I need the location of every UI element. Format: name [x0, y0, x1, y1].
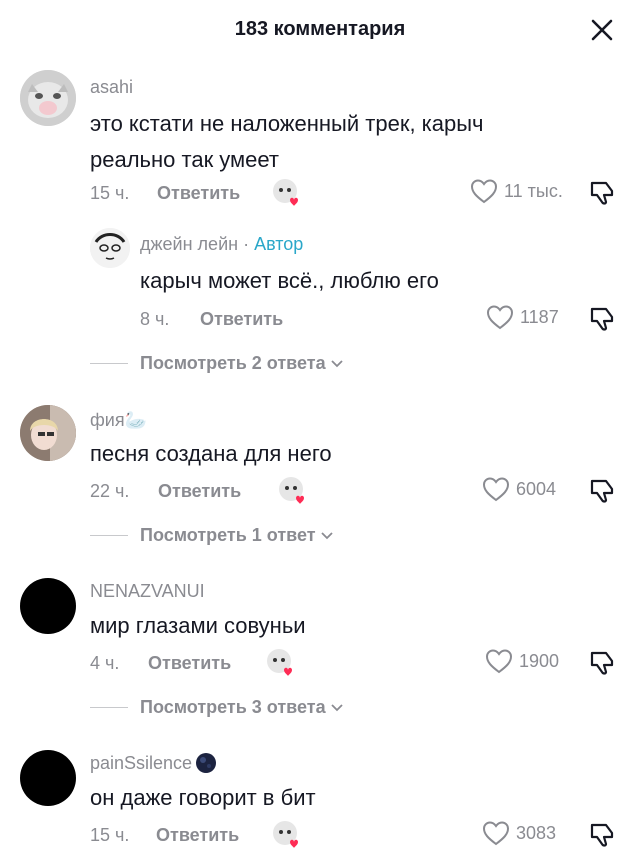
dislike-button[interactable]	[588, 648, 616, 676]
comment-time: 22 ч.	[90, 481, 130, 501]
like-count: 6004	[516, 478, 557, 499]
creator-liked-icon	[278, 476, 308, 506]
comment-author[interactable]: asahi	[90, 77, 133, 98]
like-button[interactable]: 11 тыс.	[470, 178, 563, 204]
heart-icon	[485, 649, 513, 674]
sketch-avatar-image	[90, 228, 130, 268]
view-replies-button[interactable]: Посмотреть 1 ответ	[90, 525, 334, 546]
avatar[interactable]	[20, 750, 76, 806]
comment-text-line: реально так умеет	[90, 147, 279, 172]
like-button[interactable]: 1187	[486, 304, 559, 330]
chevron-down-icon	[320, 531, 333, 539]
avatar[interactable]	[20, 70, 76, 126]
like-count: 1900	[519, 650, 560, 671]
divider-line	[90, 363, 128, 364]
author-separator: ·	[238, 234, 255, 254]
creator-liked-icon	[266, 648, 296, 678]
comment-author[interactable]: painSsilence	[90, 752, 217, 774]
avatar[interactable]	[20, 405, 76, 461]
creator-liked-icon	[272, 178, 302, 208]
dislike-button[interactable]	[588, 820, 616, 848]
comment-time: 4 ч.	[90, 653, 120, 673]
view-replies-label: Посмотреть 3 ответа	[140, 697, 326, 717]
chevron-down-icon	[330, 703, 343, 711]
comment-author[interactable]: NENAZVANUI	[90, 581, 205, 602]
avatar[interactable]	[20, 578, 76, 634]
thumbs-down-icon	[590, 307, 614, 331]
view-replies-label: Посмотреть 1 ответ	[140, 525, 316, 545]
comment-text: мир глазами совуньи	[90, 613, 306, 638]
creator-liked-icon	[272, 820, 302, 850]
like-button[interactable]: 1900	[485, 648, 559, 674]
comments-count-title: 183 комментария	[234, 18, 406, 40]
view-replies-button[interactable]: Посмотреть 3 ответа	[90, 697, 344, 718]
reply-button[interactable]: Ответить	[200, 309, 283, 330]
close-icon	[591, 19, 613, 41]
reply-author[interactable]: джейн лейн · Автор	[140, 234, 303, 255]
view-replies-label: Посмотреть 2 ответа	[140, 353, 326, 373]
heart-icon	[482, 821, 510, 846]
reply-author-name: джейн лейн	[140, 234, 239, 254]
author-badge: Автор	[254, 234, 304, 254]
comment-time: 15 ч.	[90, 183, 130, 203]
like-button[interactable]: 6004	[482, 476, 556, 502]
reply-button[interactable]: Ответить	[148, 653, 231, 674]
cat-avatar-image	[20, 70, 76, 126]
dislike-button[interactable]	[588, 178, 616, 206]
thumbs-down-icon	[590, 479, 614, 503]
heart-icon	[482, 477, 510, 502]
like-button[interactable]: 3083	[482, 820, 556, 846]
dislike-button[interactable]	[588, 476, 616, 504]
dislike-button[interactable]	[588, 304, 616, 332]
comment-text: это кстати не наложенный трек, карыч реа…	[90, 106, 610, 178]
reply-text: карыч может всё., люблю его	[140, 268, 439, 293]
close-button[interactable]	[586, 14, 618, 46]
divider-line	[90, 707, 128, 708]
divider-line	[90, 535, 128, 536]
comment-author-name: painSsilence	[90, 752, 193, 773]
comment-text: песня создана для него	[90, 441, 332, 466]
chevron-down-icon	[330, 359, 343, 367]
comment-time: 15 ч.	[90, 825, 130, 845]
photo-avatar-image	[20, 405, 76, 461]
reply-button[interactable]: Ответить	[158, 481, 241, 502]
comment-text: он даже говорит в бит	[90, 785, 316, 810]
comments-header: 183 комментария	[0, 0, 640, 60]
thumbs-down-icon	[590, 823, 614, 847]
reply-time: 8 ч.	[140, 309, 170, 329]
comment-author[interactable]: фия🦢	[90, 410, 147, 431]
thumbs-down-icon	[590, 651, 614, 675]
like-count: 11 тыс.	[504, 180, 563, 201]
reply-avatar[interactable]	[90, 228, 130, 268]
reply-button[interactable]: Ответить	[157, 183, 240, 204]
heart-icon	[470, 179, 498, 204]
like-count: 3083	[516, 822, 557, 843]
heart-icon	[486, 305, 514, 330]
moon-emoji-icon	[196, 753, 217, 773]
comment-text-line: это кстати не наложенный трек, карыч	[90, 111, 484, 136]
thumbs-down-icon	[590, 181, 614, 205]
reply-button[interactable]: Ответить	[156, 825, 239, 846]
view-replies-button[interactable]: Посмотреть 2 ответа	[90, 353, 344, 374]
like-count: 1187	[520, 306, 559, 327]
